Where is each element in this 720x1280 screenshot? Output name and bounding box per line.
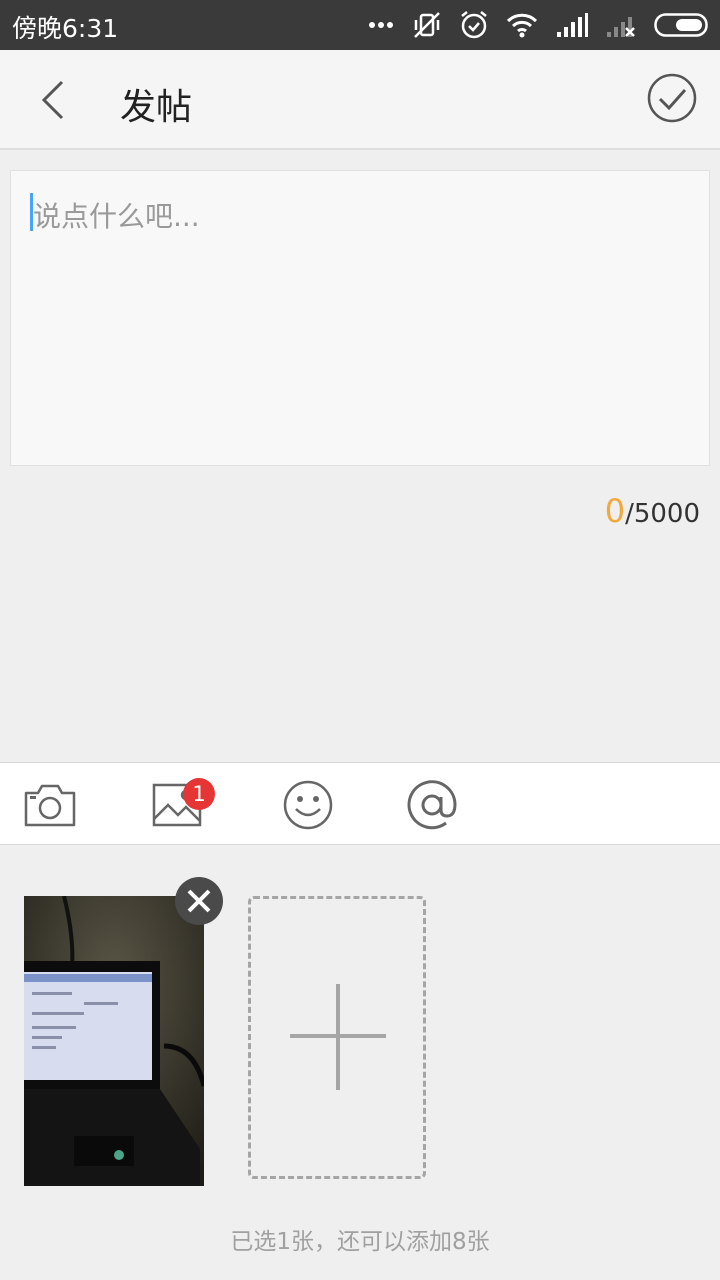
char-count-current: 0 [604, 492, 626, 530]
signal-icon [557, 13, 588, 37]
at-icon[interactable] [404, 777, 460, 833]
post-text-input[interactable]: 说点什么吧... [10, 170, 710, 466]
photo-thumbnail-image [24, 896, 204, 1186]
photo-count-hint: 已选1张，还可以添加8张 [230, 1229, 490, 1255]
plus-icon-vertical [336, 984, 340, 1090]
close-icon[interactable] [174, 876, 224, 926]
alarm-icon [461, 11, 487, 39]
status-icons [368, 10, 710, 40]
image-count-badge: 1 [183, 778, 215, 810]
header-bar: 发帖 [0, 50, 720, 150]
status-bar: 傍晚6:31 [0, 0, 720, 50]
post-text-placeholder: 说点什么吧... [33, 200, 200, 233]
wifi-icon [506, 13, 538, 38]
camera-icon[interactable] [22, 777, 78, 833]
page-title: 发帖 [120, 87, 193, 128]
photo-thumbnail[interactable] [24, 896, 204, 1186]
add-photo-button[interactable] [248, 896, 426, 1179]
more-dots-icon [369, 22, 393, 28]
signal-off-icon [607, 17, 635, 37]
status-time: 傍晚6:31 [12, 14, 119, 43]
battery-icon [654, 13, 708, 37]
char-count-max: /5000 [625, 499, 700, 529]
chevron-left-icon[interactable] [30, 74, 80, 126]
char-counter: 0/5000 [605, 492, 700, 530]
check-circle-icon[interactable] [646, 72, 698, 124]
emoji-icon[interactable] [280, 777, 336, 833]
compose-toolbar: 1 [0, 762, 720, 845]
vibrate-off-icon [414, 12, 440, 38]
